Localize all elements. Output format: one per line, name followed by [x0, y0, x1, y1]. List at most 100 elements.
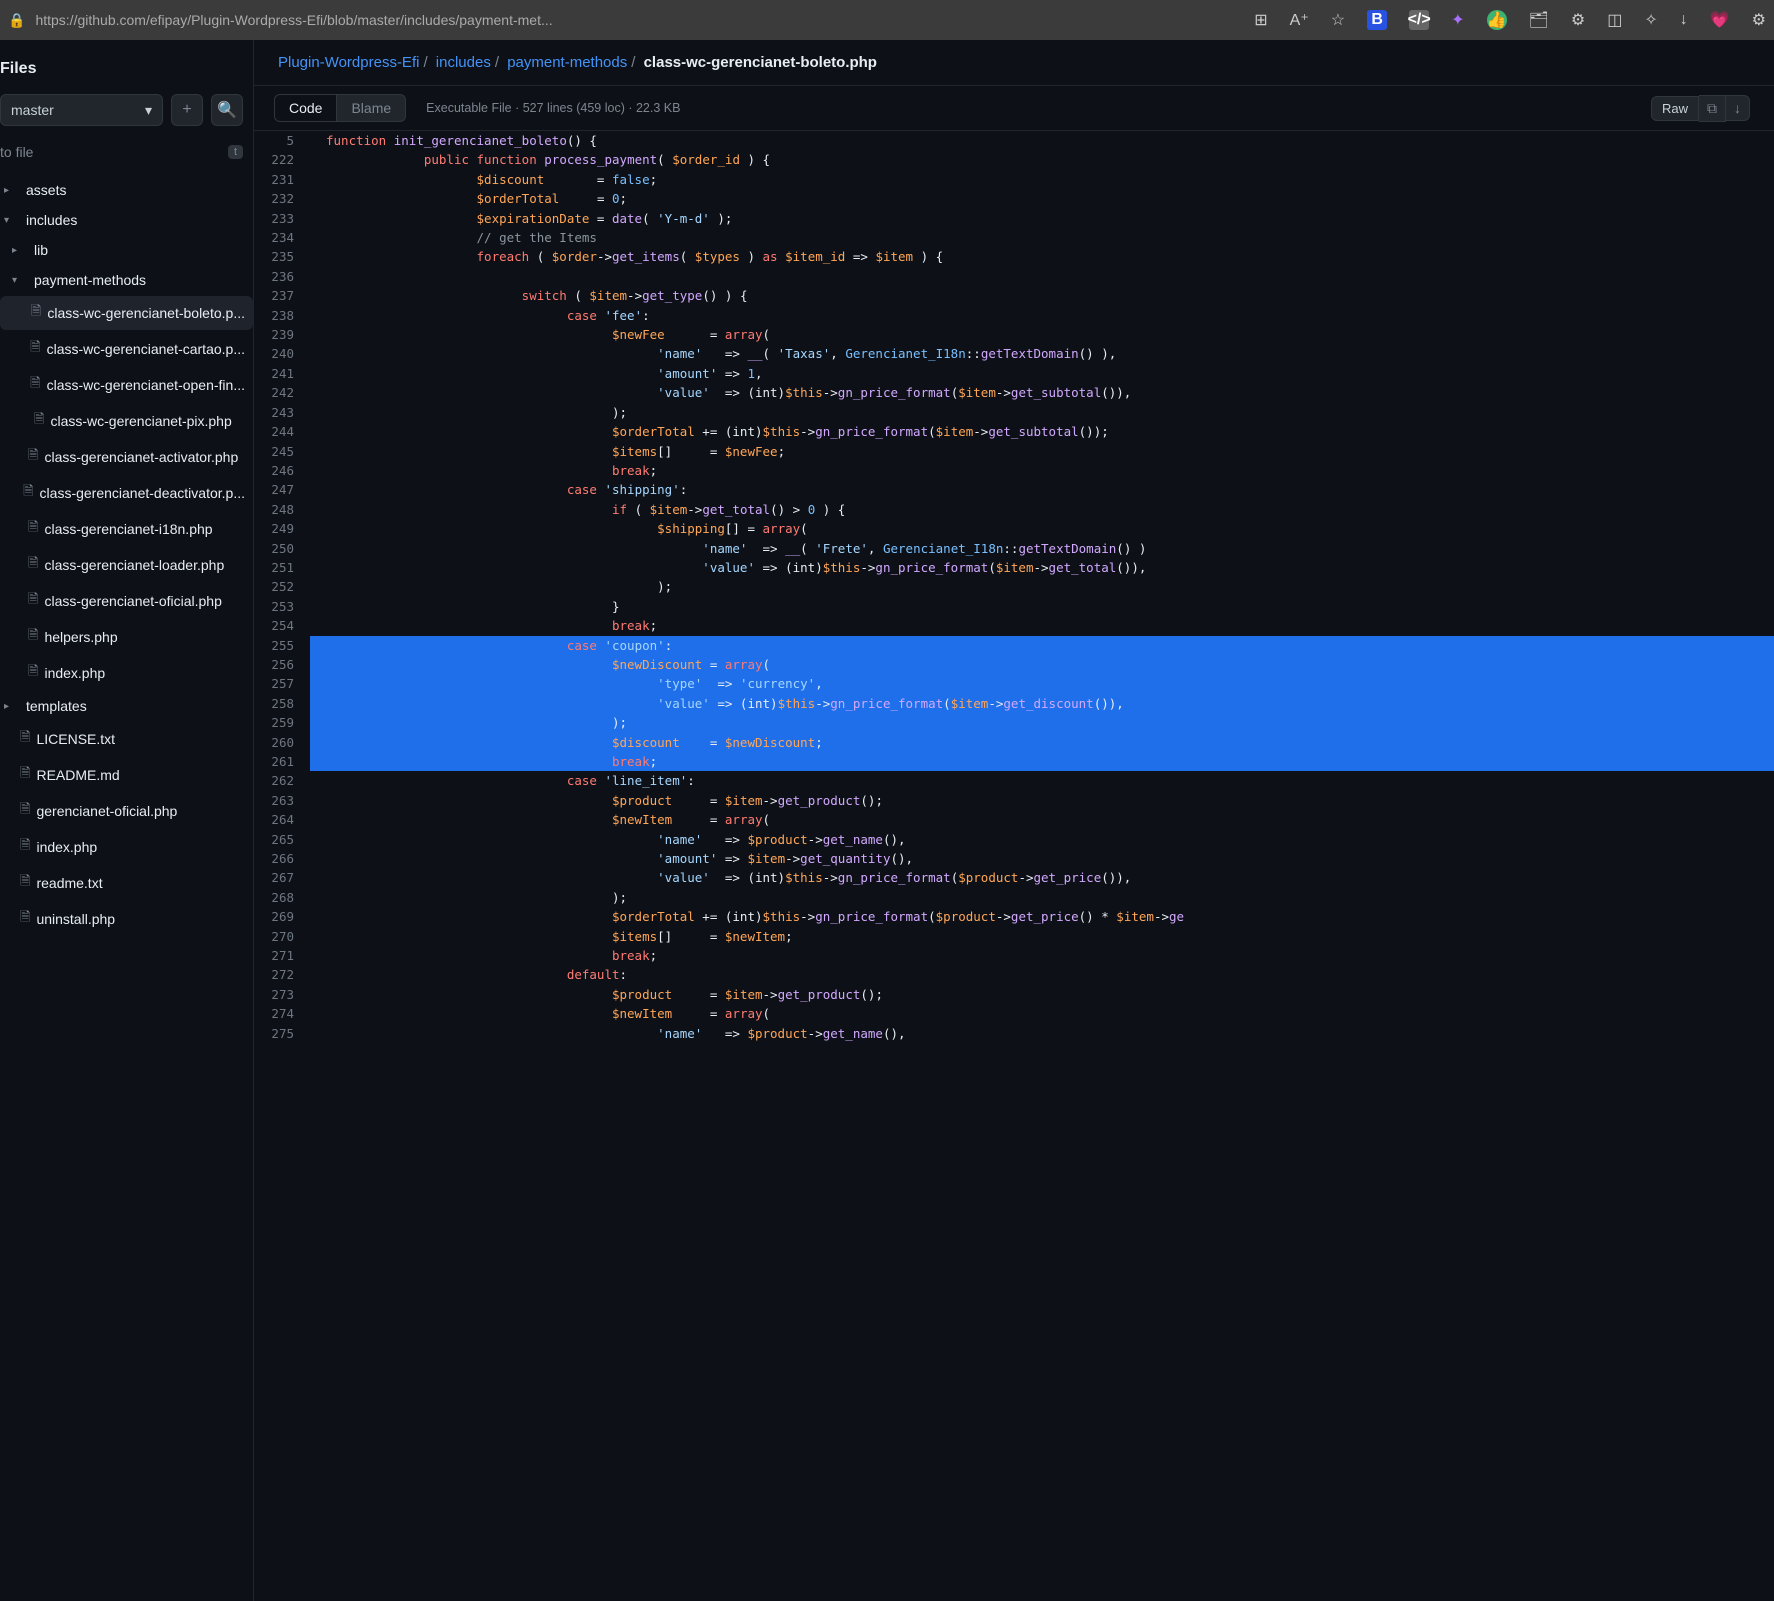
line-content[interactable]: 'amount' => 1,: [310, 364, 1774, 383]
line-content[interactable]: $newDiscount = array(: [310, 655, 1774, 674]
line-content[interactable]: switch ( $item->get_type() ) {: [310, 286, 1774, 305]
code-line[interactable]: 251 'value' => (int)$this->gn_price_form…: [254, 558, 1774, 577]
code-line[interactable]: 249 $shipping[] = array(: [254, 519, 1774, 538]
line-content[interactable]: $items[] = $newItem;: [310, 927, 1774, 946]
line-content[interactable]: break;: [310, 616, 1774, 635]
code-line[interactable]: 245 $items[] = $newFee;: [254, 442, 1774, 461]
code-line[interactable]: 235 foreach ( $order->get_items( $types …: [254, 247, 1774, 266]
line-content[interactable]: $shipping[] = array(: [310, 519, 1774, 538]
line-content[interactable]: case 'coupon':: [310, 636, 1774, 655]
code-line[interactable]: 268 );: [254, 888, 1774, 907]
line-content[interactable]: $items[] = $newFee;: [310, 442, 1774, 461]
code-line[interactable]: 239 $newFee = array(: [254, 325, 1774, 344]
line-content[interactable]: break;: [310, 752, 1774, 771]
code-line[interactable]: 269 $orderTotal += (int)$this->gn_price_…: [254, 907, 1774, 926]
code-line[interactable]: 234 // get the Items: [254, 228, 1774, 247]
line-content[interactable]: case 'shipping':: [310, 480, 1774, 499]
line-content[interactable]: foreach ( $order->get_items( $types ) as…: [310, 247, 1774, 266]
code-line[interactable]: 266 'amount' => $item->get_quantity(),: [254, 849, 1774, 868]
code-line[interactable]: 233 $expirationDate = date( 'Y-m-d' );: [254, 209, 1774, 228]
file-item[interactable]: 🗎class-gerencianet-oficial.php: [0, 584, 253, 618]
line-content[interactable]: $newFee = array(: [310, 325, 1774, 344]
line-content[interactable]: $discount = $newDiscount;: [310, 733, 1774, 752]
performance-icon[interactable]: 💗: [1710, 10, 1730, 30]
code-line[interactable]: 236: [254, 267, 1774, 286]
add-file-button[interactable]: +: [171, 94, 203, 126]
file-item[interactable]: 🗎uninstall.php: [0, 902, 253, 936]
line-content[interactable]: default:: [310, 965, 1774, 984]
line-content[interactable]: 'name' => __( 'Frete', Gerencianet_I18n:…: [310, 539, 1774, 558]
line-content[interactable]: $orderTotal += (int)$this->gn_price_form…: [310, 422, 1774, 441]
crumb-2[interactable]: payment-methods: [507, 54, 627, 71]
code-line[interactable]: 241 'amount' => 1,: [254, 364, 1774, 383]
code-line[interactable]: 257 'type' => 'currency',: [254, 674, 1774, 693]
code-line[interactable]: 243 );: [254, 403, 1774, 422]
folder-item[interactable]: ▾includes: [0, 206, 253, 234]
code-line[interactable]: 256 $newDiscount = array(: [254, 655, 1774, 674]
extensions-icon[interactable]: ⚙: [1571, 10, 1585, 30]
raw-button[interactable]: Raw: [1651, 96, 1699, 121]
code-viewer[interactable]: 5function init_gerencianet_boleto() {222…: [254, 131, 1774, 1601]
file-item[interactable]: 🗎gerencianet-oficial.php: [0, 794, 253, 828]
code-line[interactable]: 242 'value' => (int)$this->gn_price_form…: [254, 383, 1774, 402]
file-item[interactable]: 🗎class-wc-gerencianet-open-fin...: [0, 368, 253, 402]
line-content[interactable]: }: [310, 597, 1774, 616]
goto-file[interactable]: to file t: [0, 138, 253, 166]
tab-blame[interactable]: Blame: [337, 95, 405, 121]
code-line[interactable]: 271 break;: [254, 946, 1774, 965]
code-line[interactable]: 255 case 'coupon':: [254, 636, 1774, 655]
code-line[interactable]: 274 $newItem = array(: [254, 1004, 1774, 1023]
code-line[interactable]: 259 );: [254, 713, 1774, 732]
code-line[interactable]: 261 break;: [254, 752, 1774, 771]
line-content[interactable]: 'amount' => $item->get_quantity(),: [310, 849, 1774, 868]
file-item[interactable]: 🗎class-gerencianet-activator.php: [0, 440, 253, 474]
line-content[interactable]: 'type' => 'currency',: [310, 674, 1774, 693]
ext-icon-3[interactable]: ✦: [1451, 10, 1464, 30]
download-button[interactable]: ↓: [1726, 95, 1750, 121]
line-content[interactable]: 'value' => (int)$this->gn_price_format($…: [310, 694, 1774, 713]
code-line[interactable]: 222 public function process_payment( $or…: [254, 150, 1774, 169]
file-item[interactable]: 🗎class-wc-gerencianet-cartao.p...: [0, 332, 253, 366]
line-content[interactable]: $newItem = array(: [310, 810, 1774, 829]
line-content[interactable]: // get the Items: [310, 228, 1774, 247]
copy-button[interactable]: ⧉: [1699, 95, 1726, 122]
code-line[interactable]: 232 $orderTotal = 0;: [254, 189, 1774, 208]
split-icon[interactable]: ◫: [1607, 10, 1622, 30]
code-line[interactable]: 247 case 'shipping':: [254, 480, 1774, 499]
line-content[interactable]: $product = $item->get_product();: [310, 791, 1774, 810]
file-item[interactable]: 🗎class-gerencianet-i18n.php: [0, 512, 253, 546]
line-content[interactable]: 'value' => (int)$this->gn_price_format($…: [310, 558, 1774, 577]
code-line[interactable]: 265 'name' => $product->get_name(),: [254, 830, 1774, 849]
ext-icon-5[interactable]: 🗂: [1529, 10, 1549, 30]
line-content[interactable]: break;: [310, 461, 1774, 480]
ext-icon-1[interactable]: B: [1367, 10, 1387, 30]
line-content[interactable]: 'name' => $product->get_name(),: [310, 1024, 1774, 1043]
line-content[interactable]: break;: [310, 946, 1774, 965]
code-line[interactable]: 248 if ( $item->get_total() > 0 ) {: [254, 500, 1774, 519]
code-line[interactable]: 231 $discount = false;: [254, 170, 1774, 189]
line-content[interactable]: $discount = false;: [310, 170, 1774, 189]
crumb-1[interactable]: includes: [436, 54, 491, 71]
code-line[interactable]: 237 switch ( $item->get_type() ) {: [254, 286, 1774, 305]
code-line[interactable]: 250 'name' => __( 'Frete', Gerencianet_I…: [254, 539, 1774, 558]
line-content[interactable]: public function process_payment( $order_…: [310, 150, 1774, 169]
ext-icon-4[interactable]: 👍: [1487, 10, 1507, 30]
ext-icon-2[interactable]: </>: [1409, 10, 1429, 30]
folder-item[interactable]: ▸assets: [0, 176, 253, 204]
file-item[interactable]: 🗎class-wc-gerencianet-boleto.p...: [0, 296, 253, 330]
code-line[interactable]: 267 'value' => (int)$this->gn_price_form…: [254, 868, 1774, 887]
search-button[interactable]: 🔍: [211, 94, 243, 126]
branch-selector[interactable]: master ▾: [0, 94, 163, 126]
crumb-0[interactable]: Plugin-Wordpress-Efi: [278, 54, 419, 71]
code-line[interactable]: 244 $orderTotal += (int)$this->gn_price_…: [254, 422, 1774, 441]
file-item[interactable]: 🗎LICENSE.txt: [0, 722, 253, 756]
line-content[interactable]: 'name' => $product->get_name(),: [310, 830, 1774, 849]
line-content[interactable]: $orderTotal += (int)$this->gn_price_form…: [310, 907, 1774, 926]
folder-item[interactable]: ▾payment-methods: [0, 266, 253, 294]
line-content[interactable]: $orderTotal = 0;: [310, 189, 1774, 208]
line-content[interactable]: [310, 267, 1774, 286]
settings-icon[interactable]: ⚙: [1752, 10, 1766, 30]
favorite-icon[interactable]: ☆: [1331, 10, 1345, 30]
code-line[interactable]: 258 'value' => (int)$this->gn_price_form…: [254, 694, 1774, 713]
line-content[interactable]: );: [310, 888, 1774, 907]
